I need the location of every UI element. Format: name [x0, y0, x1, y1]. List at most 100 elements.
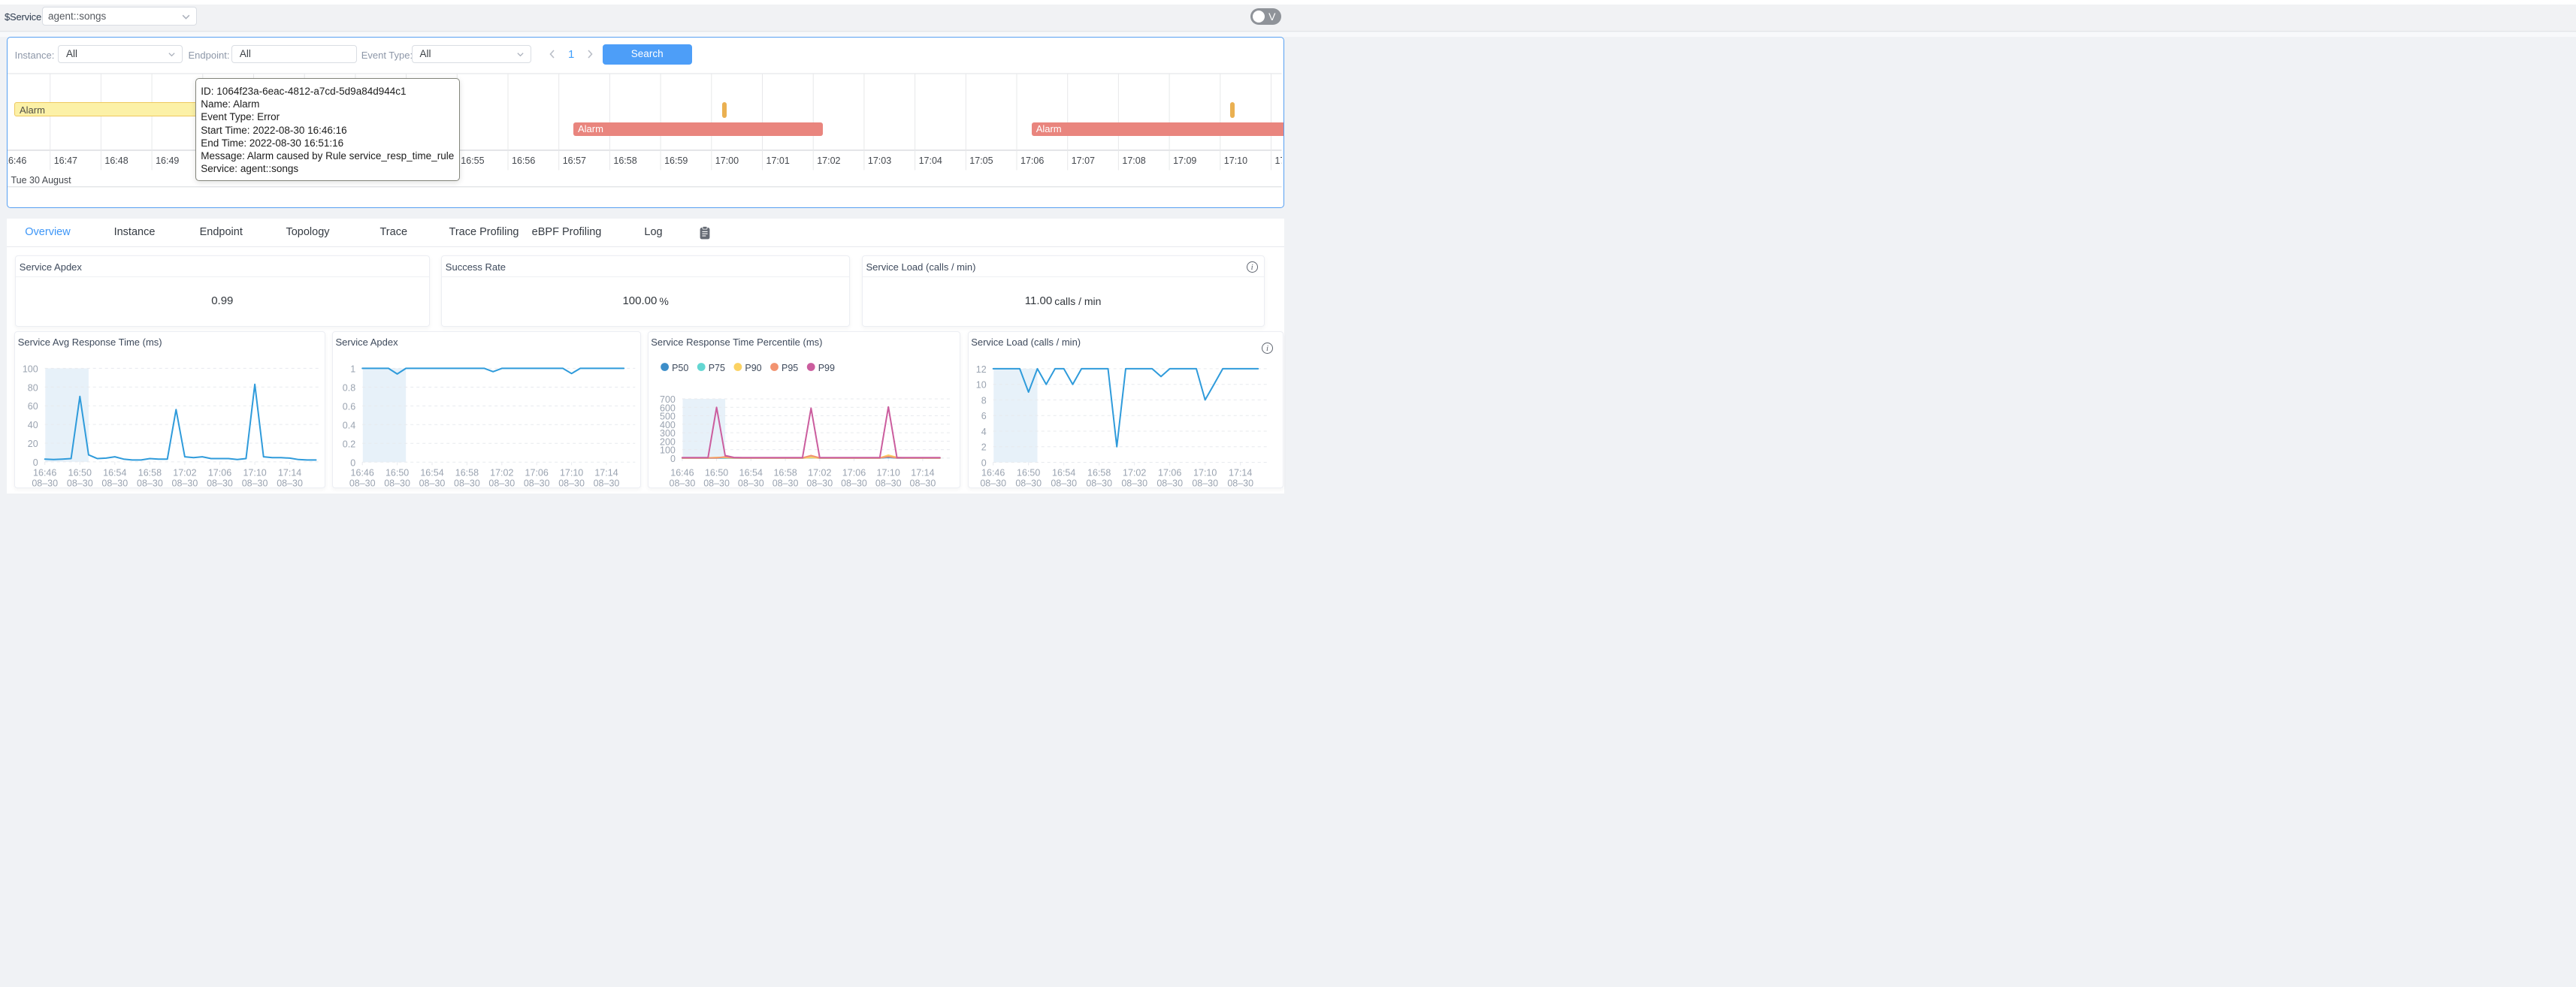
- svg-text:08–30: 08–30: [1192, 478, 1218, 488]
- svg-text:0: 0: [350, 457, 355, 468]
- svg-text:17:05: 17:05: [969, 155, 993, 166]
- svg-text:0: 0: [670, 453, 676, 463]
- svg-text:17:14: 17:14: [911, 467, 934, 478]
- svg-text:17:10: 17:10: [1224, 155, 1247, 166]
- svg-text:08–30: 08–30: [67, 478, 93, 488]
- svg-text:17:06: 17:06: [208, 467, 231, 478]
- svg-text:16:59: 16:59: [664, 155, 688, 166]
- svg-text:P95: P95: [782, 363, 798, 373]
- svg-text:17:08: 17:08: [1122, 155, 1145, 166]
- svg-text:0.2: 0.2: [343, 439, 355, 449]
- svg-text:10: 10: [975, 379, 986, 390]
- svg-text:08–30: 08–30: [524, 478, 550, 488]
- svg-text:16:50: 16:50: [705, 467, 728, 478]
- svg-text:08–30: 08–30: [1227, 478, 1253, 488]
- svg-text:8: 8: [981, 395, 986, 406]
- svg-text:17:02: 17:02: [173, 467, 196, 478]
- svg-text:16:50: 16:50: [1017, 467, 1040, 478]
- svg-text:P75: P75: [708, 363, 724, 373]
- svg-text:0.4: 0.4: [343, 420, 355, 430]
- svg-text:16:55: 16:55: [461, 155, 484, 166]
- svg-text:08–30: 08–30: [1051, 478, 1077, 488]
- svg-text:16:57: 16:57: [563, 155, 586, 166]
- svg-text:0: 0: [33, 457, 38, 467]
- svg-text:60: 60: [28, 401, 38, 412]
- svg-text:16:46: 16:46: [33, 467, 56, 478]
- svg-text:08–30: 08–30: [558, 478, 585, 488]
- svg-text:08–30: 08–30: [909, 478, 936, 488]
- svg-text:08–30: 08–30: [1156, 478, 1183, 488]
- svg-text:08–30: 08–30: [594, 478, 620, 488]
- svg-text:17:02: 17:02: [1123, 467, 1146, 478]
- svg-text:17:02: 17:02: [808, 467, 831, 478]
- svg-text:17:14: 17:14: [1229, 467, 1252, 478]
- svg-text:08–30: 08–30: [1086, 478, 1112, 488]
- svg-text:16:48: 16:48: [104, 155, 128, 166]
- svg-text:16:58: 16:58: [1087, 467, 1111, 478]
- svg-text:6: 6: [981, 411, 986, 421]
- svg-text:80: 80: [28, 382, 38, 393]
- svg-text:16:58: 16:58: [138, 467, 162, 478]
- svg-text:16:50: 16:50: [385, 467, 409, 478]
- svg-text:08–30: 08–30: [488, 478, 515, 488]
- svg-text:16:49: 16:49: [156, 155, 179, 166]
- svg-text:08–30: 08–30: [102, 478, 128, 488]
- svg-text:08–30: 08–30: [277, 478, 303, 488]
- svg-text:08–30: 08–30: [349, 478, 376, 488]
- svg-text:08–30: 08–30: [806, 478, 833, 488]
- svg-text:16:54: 16:54: [739, 467, 762, 478]
- svg-text:16:54: 16:54: [1052, 467, 1075, 478]
- svg-text:17:02: 17:02: [490, 467, 513, 478]
- svg-text:08–30: 08–30: [1015, 478, 1042, 488]
- svg-text:17:10: 17:10: [243, 467, 267, 478]
- svg-text:16:58: 16:58: [773, 467, 797, 478]
- svg-text:16:47: 16:47: [54, 155, 77, 166]
- svg-text:20: 20: [28, 439, 38, 449]
- svg-text:17:01: 17:01: [766, 155, 790, 166]
- svg-text:17:11: 17:11: [1275, 155, 1283, 166]
- svg-text:08–30: 08–30: [207, 478, 233, 488]
- svg-text:16:46: 16:46: [670, 467, 694, 478]
- svg-text:2: 2: [981, 442, 986, 452]
- svg-text:12: 12: [975, 364, 986, 374]
- svg-text:08–30: 08–30: [172, 478, 198, 488]
- svg-text:16:58: 16:58: [613, 155, 636, 166]
- svg-text:17:10: 17:10: [876, 467, 899, 478]
- svg-text:08–30: 08–30: [419, 478, 446, 488]
- svg-text:1: 1: [350, 364, 355, 374]
- svg-text:17:09: 17:09: [1173, 155, 1196, 166]
- svg-text:08–30: 08–30: [32, 478, 59, 488]
- svg-text:16:50: 16:50: [68, 467, 92, 478]
- svg-text:P50: P50: [672, 363, 688, 373]
- svg-text:16:58: 16:58: [455, 467, 479, 478]
- svg-text:P90: P90: [745, 363, 761, 373]
- svg-text:17:14: 17:14: [278, 467, 301, 478]
- svg-text:08–30: 08–30: [1121, 478, 1147, 488]
- svg-text:16:46: 16:46: [981, 467, 1005, 478]
- svg-text:0: 0: [981, 457, 986, 468]
- svg-text:08–30: 08–30: [841, 478, 867, 488]
- svg-text:08–30: 08–30: [454, 478, 480, 488]
- svg-text:0.6: 0.6: [343, 401, 355, 412]
- svg-text:40: 40: [28, 420, 38, 430]
- svg-text:0.8: 0.8: [343, 382, 355, 393]
- svg-text:08–30: 08–30: [772, 478, 798, 488]
- svg-text:16:46: 16:46: [8, 155, 26, 166]
- svg-text:17:10: 17:10: [560, 467, 583, 478]
- svg-text:4: 4: [981, 427, 986, 437]
- svg-text:17:06: 17:06: [1158, 467, 1181, 478]
- svg-text:P99: P99: [818, 363, 834, 373]
- svg-text:08–30: 08–30: [669, 478, 695, 488]
- svg-text:17:04: 17:04: [919, 155, 942, 166]
- svg-text:17:14: 17:14: [594, 467, 618, 478]
- svg-text:17:03: 17:03: [868, 155, 891, 166]
- svg-text:16:56: 16:56: [512, 155, 535, 166]
- svg-text:16:54: 16:54: [420, 467, 443, 478]
- svg-text:17:07: 17:07: [1072, 155, 1095, 166]
- svg-text:17:06: 17:06: [1020, 155, 1044, 166]
- svg-text:17:10: 17:10: [1193, 467, 1217, 478]
- svg-text:08–30: 08–30: [738, 478, 764, 488]
- svg-text:08–30: 08–30: [137, 478, 163, 488]
- svg-text:17:00: 17:00: [715, 155, 739, 166]
- svg-text:17:02: 17:02: [817, 155, 840, 166]
